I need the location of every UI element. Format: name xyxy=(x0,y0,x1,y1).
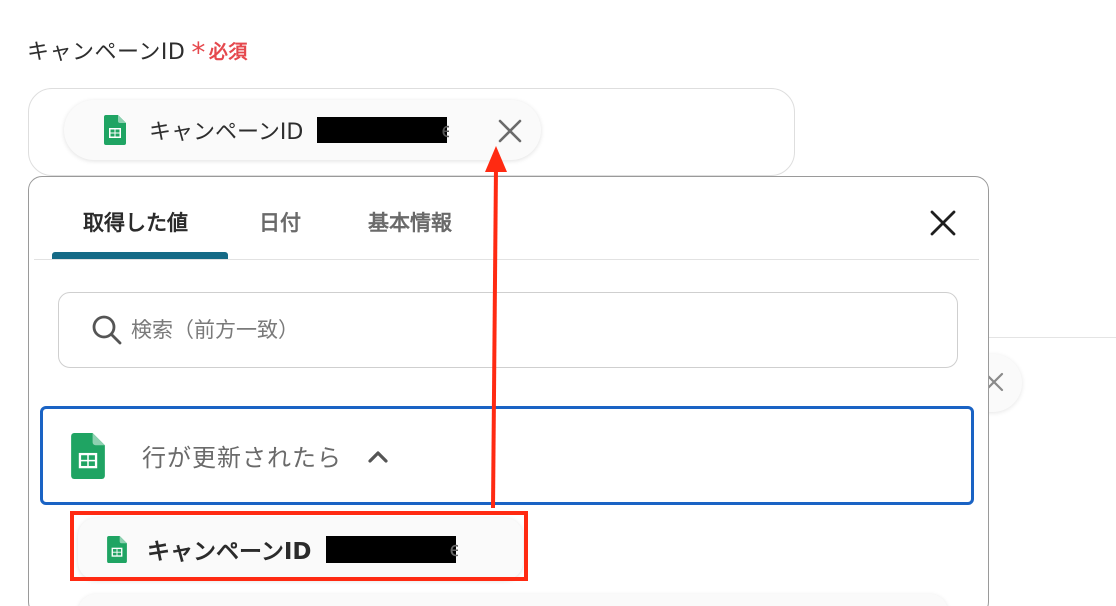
required-text: 必須 xyxy=(208,40,248,63)
search-icon xyxy=(92,315,122,345)
tab-basic-info[interactable]: 基本情報 xyxy=(368,207,452,237)
list-item-label-tail: e xyxy=(449,537,458,561)
close-panel-icon[interactable] xyxy=(929,209,957,237)
search-box[interactable] xyxy=(58,292,958,368)
tab-acquired-values[interactable]: 取得した値 xyxy=(83,207,188,237)
field-label: キャンペーンID * 必須 xyxy=(27,34,248,69)
remove-chip-icon[interactable] xyxy=(497,118,523,144)
trigger-group-row-updated[interactable]: 行が更新されたら xyxy=(40,406,974,505)
redacted-value xyxy=(325,535,456,563)
list-item[interactable] xyxy=(78,594,948,606)
chip-label: キャンペーンID xyxy=(149,120,304,145)
active-tab-indicator xyxy=(52,252,228,259)
screen: キャンペーンID * 必須 キャンペーンID e 取得した値 日付 基本情報 検… xyxy=(0,0,1116,606)
tabs-divider xyxy=(34,259,979,260)
group-label: 行が更新されたら xyxy=(142,444,342,472)
background-divider xyxy=(988,337,1116,338)
google-sheets-icon xyxy=(107,535,127,563)
google-sheets-icon xyxy=(104,115,126,145)
selected-value-chip[interactable]: キャンペーンID e xyxy=(64,100,541,160)
chip-label-tail: e xyxy=(441,118,450,142)
google-sheets-icon xyxy=(71,432,105,479)
redacted-value xyxy=(317,117,448,143)
list-item-label: キャンペーンID xyxy=(147,539,312,565)
chevron-up-icon xyxy=(368,450,388,463)
required-asterisk: * xyxy=(191,36,206,69)
field-label-text: キャンペーンID xyxy=(27,40,186,65)
tab-date[interactable]: 日付 xyxy=(259,207,301,237)
list-item-campaign-id[interactable]: キャンペーンID e xyxy=(78,518,523,580)
search-input[interactable] xyxy=(131,318,911,342)
